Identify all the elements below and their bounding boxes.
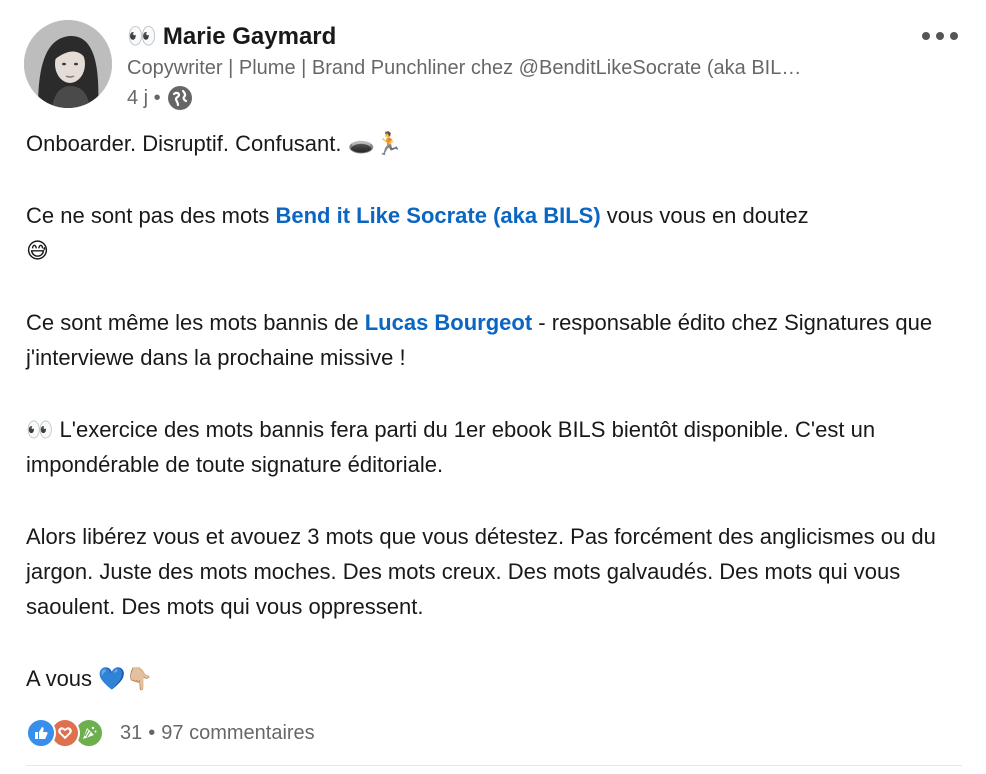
- globe-icon: [167, 85, 193, 111]
- social-counts: 31 • 97 commentaires: [26, 718, 315, 748]
- avatar-photo: [24, 20, 112, 108]
- post-paragraph-4: 👀 L'exercice des mots bannis fera parti …: [26, 417, 876, 477]
- mention-bils[interactable]: Bend it Like Socrate (aka BILS): [275, 203, 600, 228]
- post-meta: 4 j •: [127, 85, 193, 111]
- post-paragraph-5: Alors libérez vous et avouez 3 mots que …: [26, 524, 936, 619]
- author-headline: Copywriter | Plume | Brand Punchliner ch…: [127, 57, 802, 79]
- post-paragraph-1: Onboarder. Disruptif. Confusant. 🕳️🏃: [26, 131, 403, 156]
- author-name-text: Marie Gaymard: [162, 23, 337, 50]
- post-paragraph-6: A vous 💙👇🏼: [26, 666, 153, 691]
- comments-count-link[interactable]: 97 commentaires: [161, 722, 314, 745]
- post-body: Onboarder. Disruptif. Confusant. 🕳️🏃 Ce …: [26, 126, 966, 696]
- hole-runner-emoji: 🕳️🏃: [347, 131, 403, 156]
- mention-lucas-bourgeot[interactable]: Lucas Bourgeot: [365, 310, 532, 335]
- heart-point-emoji: 💙👇🏼: [98, 666, 153, 691]
- social-divider: [26, 765, 962, 766]
- author-name[interactable]: 👀 Marie Gaymard: [127, 22, 336, 51]
- eyes-emoji: 👀: [26, 417, 54, 442]
- social-separator: •: [148, 721, 156, 744]
- more-options-button[interactable]: [920, 24, 960, 48]
- author-avatar[interactable]: [24, 20, 112, 108]
- reactions-summary[interactable]: [26, 718, 104, 748]
- post-card: 👀 Marie Gaymard Copywriter | Plume | Bran…: [0, 0, 986, 774]
- sweat-smile-emoji: 😅: [26, 238, 49, 263]
- post-paragraph-3: Ce sont même les mots bannis de Lucas Bo…: [26, 310, 933, 370]
- post-time: 4 j •: [127, 86, 161, 109]
- like-icon: [26, 718, 56, 748]
- reactions-count[interactable]: 31: [120, 722, 142, 745]
- post-paragraph-2: Ce ne sont pas des mots Bend it Like Soc…: [26, 203, 809, 263]
- more-icon: [922, 32, 958, 40]
- eyes-emoji: 👀: [127, 23, 157, 50]
